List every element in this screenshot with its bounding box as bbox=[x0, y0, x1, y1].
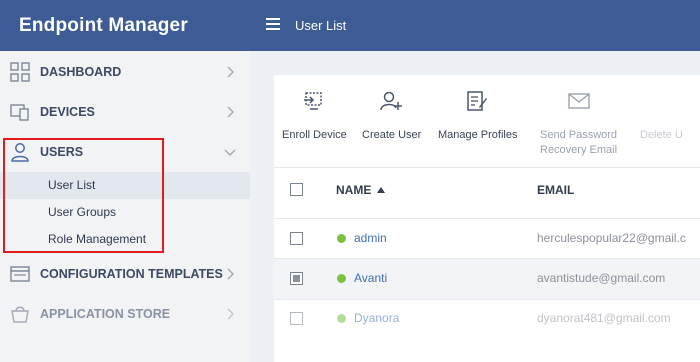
sidebar-item-label: APPLICATION STORE bbox=[40, 307, 171, 321]
store-icon bbox=[11, 306, 29, 323]
manage-profiles-icon bbox=[467, 91, 487, 111]
add-user-icon bbox=[380, 91, 402, 111]
menu-icon[interactable] bbox=[266, 18, 280, 32]
user-email: dyanorat481@gmail.com bbox=[537, 311, 671, 325]
app-title: Endpoint Manager bbox=[0, 0, 250, 51]
delete-user-button[interactable]: Delete U bbox=[638, 75, 700, 145]
chevron-right-icon bbox=[227, 66, 234, 78]
sidebar-item-application-store[interactable]: APPLICATION STORE bbox=[0, 294, 250, 334]
column-header-email[interactable]: EMAIL bbox=[537, 183, 574, 197]
enroll-device-label: Enroll Device bbox=[282, 129, 347, 141]
sidebar-item-devices[interactable]: DEVICES bbox=[0, 92, 250, 132]
sidebar-item-users[interactable]: USERS bbox=[0, 132, 250, 172]
chevron-down-icon bbox=[224, 149, 236, 156]
sidebar-item-dashboard[interactable]: DASHBOARD bbox=[0, 52, 250, 92]
templates-icon bbox=[10, 266, 30, 282]
sidebar-subitem-role-management[interactable]: Role Management bbox=[0, 226, 250, 253]
delete-user-label: Delete U bbox=[640, 129, 683, 141]
sidebar: Endpoint Manager DASHBOARD DEVICES USERS… bbox=[0, 0, 250, 362]
row-divider bbox=[274, 299, 700, 300]
send-password-label-line1: Send Password bbox=[540, 129, 618, 141]
send-password-label-line2: Recovery Email bbox=[540, 144, 618, 156]
chevron-right-icon bbox=[227, 106, 234, 118]
dashboard-icon bbox=[10, 62, 30, 82]
status-online-indicator bbox=[337, 274, 346, 283]
column-header-name[interactable]: NAME bbox=[336, 183, 385, 197]
row-checkbox[interactable] bbox=[290, 272, 303, 285]
sidebar-item-label: USERS bbox=[40, 145, 84, 159]
page-title: User List bbox=[295, 18, 347, 33]
user-name-link[interactable]: admin bbox=[354, 231, 387, 245]
chevron-right-icon bbox=[227, 268, 234, 280]
sidebar-subitem-user-groups[interactable]: User Groups bbox=[0, 199, 250, 226]
sidebar-subitem-user-list[interactable]: User List bbox=[0, 172, 250, 199]
top-header: User List bbox=[250, 0, 700, 51]
user-email: herculespopular22@gmail.c bbox=[537, 231, 686, 245]
user-icon bbox=[11, 143, 29, 162]
select-all-checkbox[interactable] bbox=[290, 183, 303, 196]
create-user-label: Create User bbox=[362, 129, 422, 141]
user-email: avantistude@gmail.com bbox=[537, 271, 666, 285]
status-online-indicator bbox=[337, 314, 346, 323]
chevron-right-icon bbox=[227, 308, 234, 320]
sidebar-item-label: DEVICES bbox=[40, 105, 95, 119]
user-name-link[interactable]: Dyanora bbox=[354, 311, 399, 325]
sidebar-item-configuration-templates[interactable]: CONFIGURATION TEMPLATES bbox=[0, 254, 250, 294]
devices-icon bbox=[10, 104, 29, 121]
user-list-panel: Enroll Device Create User Manage Profile… bbox=[274, 75, 700, 362]
user-name-link[interactable]: Avanti bbox=[354, 271, 387, 285]
row-checkbox[interactable] bbox=[290, 232, 303, 245]
manage-profiles-label: Manage Profiles bbox=[438, 129, 518, 141]
sort-ascending-icon bbox=[376, 187, 385, 193]
column-header-name-label: NAME bbox=[336, 183, 372, 197]
status-online-indicator bbox=[337, 234, 346, 243]
sidebar-item-label: CONFIGURATION TEMPLATES bbox=[40, 267, 223, 281]
toolbar-divider bbox=[274, 167, 700, 168]
email-icon bbox=[568, 93, 590, 109]
sidebar-item-label: DASHBOARD bbox=[40, 65, 122, 79]
row-checkbox[interactable] bbox=[290, 312, 303, 325]
header-divider bbox=[274, 218, 700, 219]
enroll-device-icon bbox=[304, 92, 322, 110]
